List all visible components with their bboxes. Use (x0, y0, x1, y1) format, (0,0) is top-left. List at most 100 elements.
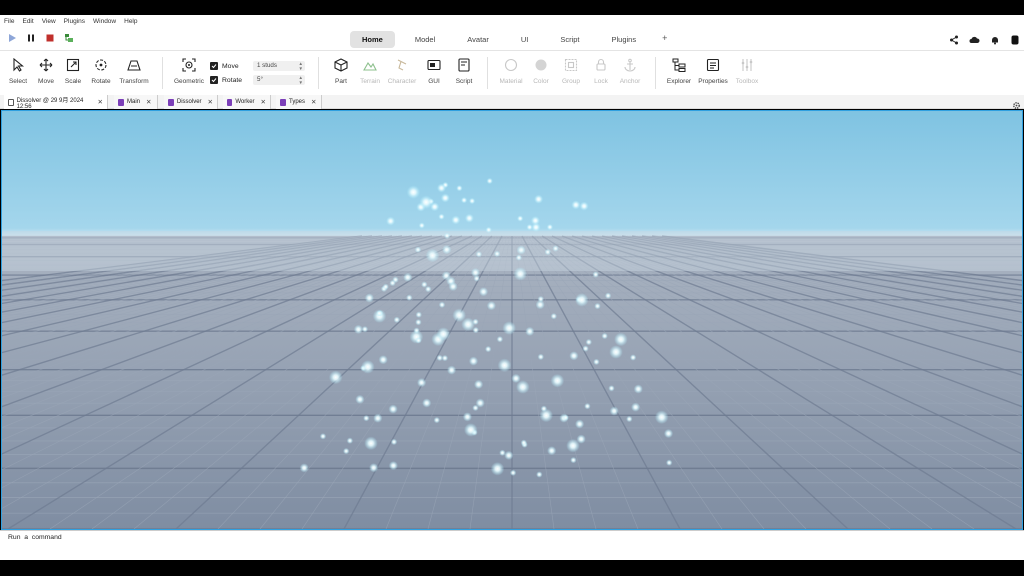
group-button[interactable]: Group (555, 57, 587, 85)
letterbox-top (0, 0, 1024, 15)
share-icon[interactable] (949, 32, 959, 50)
color-button[interactable]: Color (525, 57, 557, 85)
particle (346, 437, 354, 444)
rotate-increment-field[interactable]: 5° ▲ ▼ (253, 75, 305, 85)
anchor-button[interactable]: Anchor (614, 57, 646, 85)
particle (626, 415, 633, 423)
doc-tab-worker[interactable]: Worker ✕ (223, 95, 271, 109)
transform-label: Transform (119, 78, 149, 85)
particle (609, 345, 623, 359)
place-file-icon (8, 98, 14, 106)
checkbox-checked-icon (210, 76, 218, 84)
particle (604, 292, 612, 299)
tab-home[interactable]: Home (350, 31, 395, 48)
close-icon[interactable]: ✕ (98, 98, 103, 106)
toolbox-icon (739, 57, 755, 73)
particle (472, 326, 479, 334)
close-icon[interactable]: ✕ (261, 98, 266, 106)
close-icon[interactable]: ✕ (311, 98, 316, 106)
particle (373, 413, 383, 423)
gui-label: GUI (428, 78, 440, 85)
doc-tab-types[interactable]: Types ✕ (276, 95, 322, 109)
properties-icon (705, 57, 721, 73)
particle (550, 313, 557, 320)
particle (388, 404, 398, 414)
script-icon (168, 98, 174, 106)
pause-icon[interactable] (25, 32, 36, 43)
menu-view[interactable]: View (42, 18, 56, 25)
script-label: Script (455, 78, 473, 85)
particle (525, 326, 535, 336)
explorer-tree-icon (671, 57, 687, 73)
particle (534, 194, 544, 204)
insert-terrain-button[interactable]: Terrain (354, 57, 386, 85)
particle (486, 301, 496, 311)
particle (417, 378, 427, 388)
command-input[interactable] (8, 534, 608, 541)
particle (537, 353, 544, 361)
insert-gui-button[interactable]: GUI (418, 57, 450, 85)
doc-tab-main[interactable]: Main ✕ (114, 95, 158, 109)
doc-tab-place[interactable]: Dissolver @ 29 9月 2024 12:56 ✕ (4, 95, 108, 110)
particle (478, 287, 489, 297)
insert-character-button[interactable]: Character (386, 57, 418, 85)
particle (515, 254, 523, 261)
stepper-arrows-icon[interactable]: ▲ ▼ (299, 75, 303, 85)
particle (468, 197, 476, 205)
doc-tab-dissolver[interactable]: Dissolver ✕ (164, 95, 218, 109)
group-icon (563, 57, 579, 73)
material-button[interactable]: Material (495, 57, 527, 85)
close-icon[interactable]: ✕ (146, 98, 151, 106)
properties-button[interactable]: Properties (697, 57, 729, 85)
insert-part-button[interactable]: Part (325, 57, 357, 85)
particle (452, 308, 467, 322)
particle (319, 433, 327, 440)
toolbox-label: Toolbox (735, 78, 759, 85)
move-snap-checkbox[interactable]: Move (210, 62, 239, 70)
particle (406, 185, 421, 199)
select-label: Select (8, 78, 28, 85)
menu-help[interactable]: Help (124, 18, 137, 25)
cloud-icon[interactable] (969, 32, 980, 50)
play-controls (6, 32, 74, 43)
lock-button[interactable]: Lock (585, 57, 617, 85)
particle (464, 423, 478, 437)
close-icon[interactable]: ✕ (208, 98, 213, 106)
rotate-tool-button[interactable]: Rotate (85, 57, 117, 85)
tab-plugins[interactable]: Plugins (600, 31, 649, 48)
tab-avatar[interactable]: Avatar (455, 31, 501, 48)
lock-label: Lock (594, 78, 608, 85)
stepper-arrows-icon[interactable]: ▲ ▼ (299, 61, 303, 71)
move-arrows-icon (38, 57, 54, 73)
add-tab-button[interactable]: + (656, 31, 673, 48)
move-increment-field[interactable]: 1 studs ▲ ▼ (253, 61, 305, 71)
particle (433, 416, 440, 424)
color-swatch-icon (533, 57, 549, 73)
account-avatar-icon[interactable] (1010, 32, 1020, 50)
tab-script[interactable]: Script (548, 31, 591, 48)
document-tabs: Dissolver @ 29 9月 2024 12:56 ✕ Main ✕ Di… (0, 95, 1024, 110)
script-icon (118, 98, 124, 106)
script-icon (280, 98, 286, 106)
rotate-snap-checkbox[interactable]: Rotate (210, 76, 242, 84)
explorer-button[interactable]: Explorer (663, 57, 695, 85)
3d-viewport[interactable] (1, 110, 1023, 530)
menu-edit[interactable]: Edit (22, 18, 33, 25)
geometric-mode-button[interactable]: Geometric (173, 57, 205, 85)
menu-window[interactable]: Window (93, 18, 116, 25)
tab-ui[interactable]: UI (509, 31, 541, 48)
notification-bell-icon[interactable] (990, 32, 1000, 50)
toolbox-button[interactable]: Toolbox (731, 57, 763, 85)
insert-script-button[interactable]: Script (448, 57, 480, 85)
mode-toggle-icon[interactable] (63, 32, 74, 43)
tab-model[interactable]: Model (403, 31, 447, 48)
menu-file[interactable]: File (4, 18, 14, 25)
play-icon[interactable] (6, 32, 17, 43)
particle (440, 193, 450, 203)
menu-plugins[interactable]: Plugins (64, 18, 85, 25)
particle (485, 226, 492, 234)
transform-tool-button[interactable]: Transform (118, 57, 150, 85)
stop-icon[interactable] (44, 32, 55, 43)
particle (509, 469, 517, 476)
terrain-icon (362, 57, 378, 73)
